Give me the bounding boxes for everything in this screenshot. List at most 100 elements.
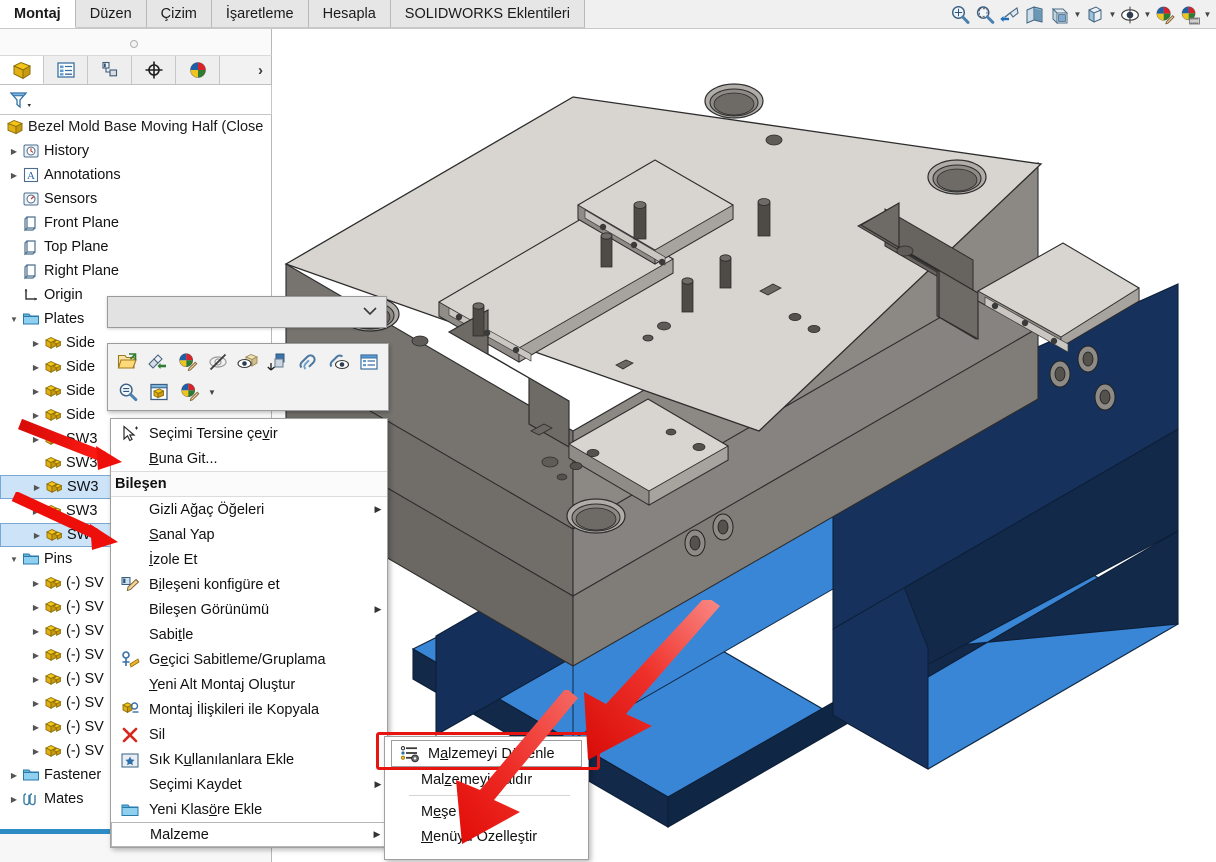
display-style-caret-icon[interactable]: ▼ — [1108, 3, 1117, 27]
component-icon — [44, 454, 62, 472]
chevron-right-icon[interactable]: ▶ — [28, 651, 44, 660]
chevron-right-icon[interactable]: ▶ — [28, 675, 44, 684]
submenu-item-me-e[interactable]: Meşe — [385, 799, 588, 824]
chevron-right-icon[interactable]: ▶ — [28, 411, 44, 420]
display-style-icon[interactable] — [1083, 3, 1107, 27]
context-menu-item-sil[interactable]: Sil — [111, 722, 387, 747]
menu-tab-hesapla[interactable]: Hesapla — [308, 0, 391, 28]
chevron-down-icon[interactable]: ▼ — [6, 555, 22, 564]
context-menu-item-se-imi-tersine-evir[interactable]: Seçimi Tersine çevir — [111, 421, 387, 446]
chevron-right-icon[interactable]: ▶ — [28, 723, 44, 732]
chevron-right-icon[interactable]: ▶ — [29, 483, 45, 492]
temp-fix-icon — [111, 650, 149, 670]
chevron-right-icon[interactable]: ▶ — [6, 147, 22, 156]
apply-scene-icon[interactable] — [1178, 3, 1202, 27]
chevron-down-icon[interactable]: ▼ — [6, 315, 22, 324]
menu-tab-isaretleme[interactable]: İşaretleme — [211, 0, 309, 28]
context-menu-item-bile-eni-konfig-re-et[interactable]: Bileşeni konfigüre et — [111, 572, 387, 597]
open-drawing-icon[interactable] — [143, 378, 174, 407]
suppress-icon[interactable] — [203, 348, 233, 377]
component-icon — [45, 478, 63, 496]
tree-item-history[interactable]: ▶ History — [0, 139, 271, 163]
zoom-to-selection-icon[interactable] — [112, 378, 143, 407]
float-icon[interactable] — [293, 348, 323, 377]
submenu-item-malzemeyi-d-zenle[interactable]: Malzemeyi Düzenle — [391, 740, 582, 767]
view-orientation-icon[interactable] — [1048, 3, 1072, 27]
apply-scene-caret-icon[interactable]: ▼ — [1203, 3, 1212, 27]
chevron-right-icon[interactable]: ▶ — [29, 531, 45, 540]
context-menu-item-label: Bileşeni konfigüre et — [149, 576, 280, 593]
section-view-icon[interactable] — [1023, 3, 1047, 27]
panel-splitter[interactable] — [0, 29, 272, 56]
hide-show-items-icon[interactable] — [1118, 3, 1142, 27]
context-menu-item-malzeme[interactable]: Malzeme ▶ — [111, 822, 387, 847]
copy-with-mates-icon — [111, 700, 149, 720]
context-menu-item-yeni-alt-montaj-olu-tur[interactable]: Yeni Alt Montaj Oluştur — [111, 672, 387, 697]
property-manager-tab[interactable] — [44, 56, 88, 84]
tree-filter-row[interactable] — [0, 85, 272, 115]
chevron-right-icon[interactable]: ▶ — [28, 387, 44, 396]
menu-tab-solidworks-eklentileri[interactable]: SOLIDWORKS Eklentileri — [390, 0, 585, 28]
tree-item-label: Right Plane — [44, 263, 119, 279]
appearance-dropdown-icon[interactable] — [174, 378, 205, 407]
submenu-item-malzemeyi-kald-r[interactable]: Malzemeyi Kaldır — [385, 767, 588, 792]
chevron-right-icon[interactable]: ▶ — [28, 507, 44, 516]
context-menu-item-yeni-klas-re-ekle[interactable]: Yeni Klasöre Ekle — [111, 797, 387, 822]
tree-item-right-plane[interactable]: Right Plane — [0, 259, 271, 283]
dimxpert-manager-tab[interactable] — [132, 56, 176, 84]
feature-manager-tab[interactable] — [0, 56, 44, 84]
tree-item-front-plane[interactable]: Front Plane — [0, 211, 271, 235]
open-part-icon[interactable] — [112, 348, 142, 377]
context-menu-item-gizli-a-a-eleri[interactable]: Gizli Ağaç Öğeleri ▶ — [111, 497, 387, 522]
tree-item-top-plane[interactable]: Top Plane — [0, 235, 271, 259]
edit-part-icon[interactable] — [142, 348, 172, 377]
context-menu-item-label: İzole Et — [149, 551, 198, 568]
hide-show-caret-icon[interactable]: ▼ — [1143, 3, 1152, 27]
chevron-right-icon[interactable]: ▶ — [28, 699, 44, 708]
view-orientation-caret-icon[interactable]: ▼ — [1073, 3, 1082, 27]
chevron-right-icon[interactable]: ▶ — [28, 747, 44, 756]
chevron-right-icon[interactable]: ▶ — [28, 603, 44, 612]
chevron-right-icon[interactable]: ▶ — [6, 795, 22, 804]
context-menu-item-se-imi-kaydet[interactable]: Seçimi Kaydet ▶ — [111, 772, 387, 797]
chevron-right-icon[interactable]: ▶ — [28, 435, 44, 444]
context-menu-item-bile-en-g-r-n-m[interactable]: Bileşen Görünümü ▶ — [111, 597, 387, 622]
configuration-manager-tab[interactable] — [88, 56, 132, 84]
chevron-right-icon[interactable]: ▶ — [6, 771, 22, 780]
tree-item-sensors[interactable]: Sensors — [0, 187, 271, 211]
hide-components-icon[interactable] — [233, 348, 263, 377]
chevron-right-icon[interactable]: ▶ — [28, 627, 44, 636]
menu-tab-montaj[interactable]: Montaj — [0, 0, 76, 28]
chevron-down-icon[interactable] — [362, 306, 378, 319]
zoom-to-area-icon[interactable] — [973, 3, 997, 27]
context-menu-item-buna-git[interactable]: Buna Git... — [111, 446, 387, 471]
panel-grip-dot-icon — [130, 40, 138, 48]
chevron-right-icon[interactable]: ▶ — [28, 579, 44, 588]
context-menu-item-s-k-kullan-lanlara-ekle[interactable]: Sık Kullanılanlara Ekle — [111, 747, 387, 772]
menu-tab-cizim[interactable]: Çizim — [146, 0, 212, 28]
edit-appearance-icon[interactable] — [172, 348, 202, 377]
submenu-item-men-y-zelle-tir[interactable]: Menüyü Özelleştir — [385, 824, 588, 849]
context-menu-item-i-zole-et[interactable]: İzole Et — [111, 547, 387, 572]
tree-root-item[interactable]: Bezel Mold Base Moving Half (Close — [0, 115, 271, 139]
chevron-right-icon[interactable]: ▶ — [28, 363, 44, 372]
tree-item-label: SW3 — [66, 455, 98, 471]
edit-appearance-icon[interactable] — [1153, 3, 1177, 27]
appearance-caret-icon[interactable]: ▼ — [205, 378, 219, 407]
isolate-icon[interactable] — [324, 348, 354, 377]
previous-view-icon[interactable] — [998, 3, 1022, 27]
context-menu-item-sanal-yap[interactable]: Sanal Yap — [111, 522, 387, 547]
component-name-combobox[interactable] — [107, 296, 387, 328]
chevron-right-icon[interactable]: ▶ — [6, 171, 22, 180]
component-properties-icon[interactable] — [354, 348, 384, 377]
tree-item-annotations[interactable]: ▶ A Annotations — [0, 163, 271, 187]
display-manager-tab[interactable] — [176, 56, 220, 84]
zoom-to-fit-icon[interactable] — [948, 3, 972, 27]
context-menu-item-ge-ici-sabitleme-gruplama[interactable]: Geçici Sabitleme/Gruplama — [111, 647, 387, 672]
context-menu-item-sabitle[interactable]: Sabitle — [111, 622, 387, 647]
panel-tabs-overflow-button[interactable]: › — [258, 56, 263, 85]
change-transparency-icon[interactable] — [263, 348, 293, 377]
menu-tab-duzen[interactable]: Düzen — [75, 0, 147, 28]
chevron-right-icon[interactable]: ▶ — [28, 339, 44, 348]
context-menu-item-montaj-i-li-kileri-ile-kopyala[interactable]: Montaj İlişkileri ile Kopyala — [111, 697, 387, 722]
